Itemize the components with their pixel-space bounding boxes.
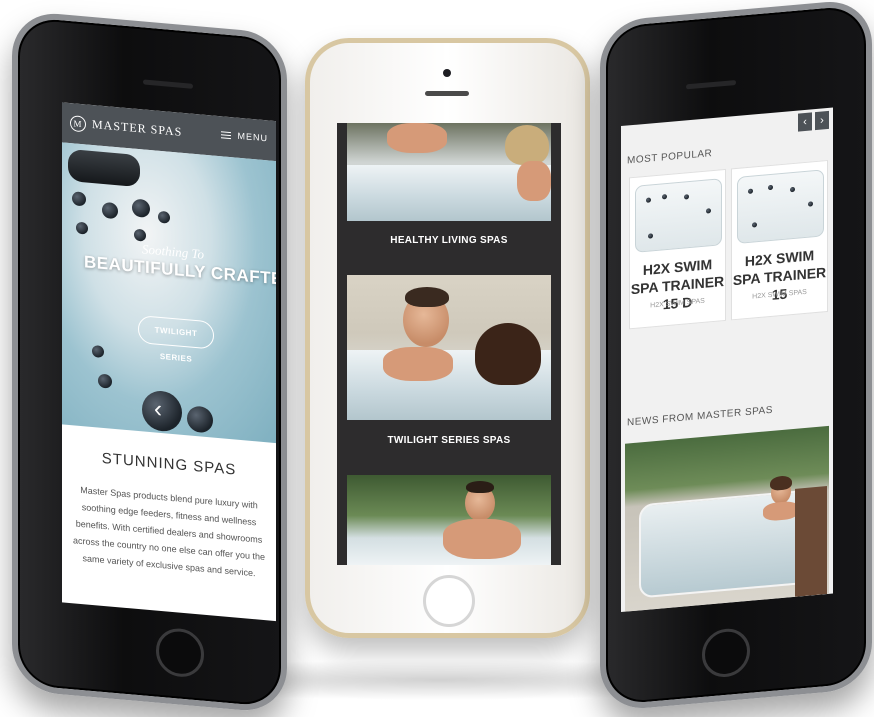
spa-jet — [72, 191, 86, 207]
news-title: NEWS FROM MASTER SPAS — [627, 404, 773, 429]
section-body: Master Spas products blend pure luxury w… — [73, 484, 265, 579]
spa-jet — [187, 405, 213, 434]
spa-jet — [646, 197, 651, 203]
product-card[interactable]: H2X SWIM SPA TRAINER 15 D H2X SWIM SPAS — [629, 168, 726, 330]
left-phone-screen: M MASTER SPAS MENU Soothing To BEAUTIFUL… — [62, 102, 276, 622]
speaker — [686, 80, 736, 90]
man-hair — [405, 287, 449, 307]
next-arrow-icon[interactable]: › — [815, 110, 829, 131]
wood-step — [795, 486, 827, 597]
spa-jet — [98, 373, 112, 389]
spa-jet — [684, 194, 689, 200]
spa-jet — [76, 221, 88, 235]
spa-jet — [662, 194, 667, 200]
card-label[interactable]: TWILIGHT SERIES SPAS — [337, 435, 561, 446]
hamburger-icon — [220, 129, 231, 141]
most-popular-title: MOST POPULAR — [627, 148, 713, 167]
spa-jet — [752, 222, 757, 228]
product-image — [737, 169, 824, 244]
spa-jet — [748, 188, 753, 194]
logo-icon: M — [70, 115, 86, 133]
logo-text: MASTER SPAS — [92, 116, 183, 139]
spa-jet — [808, 201, 813, 207]
section-title: STUNNING SPAS — [101, 449, 237, 479]
man-shoulders — [383, 347, 453, 381]
site-logo[interactable]: M MASTER SPAS — [70, 115, 182, 141]
person-neck — [517, 161, 551, 201]
healthy-living-spas-image[interactable] — [347, 123, 551, 221]
speaker — [425, 91, 469, 96]
front-camera — [443, 69, 451, 77]
man-shoulders — [443, 519, 521, 559]
home-button — [423, 575, 475, 627]
man-hair — [466, 481, 494, 493]
right-phone: ‹ › MOST POPULAR H2X SWIM SPA TRAINER 15 … — [600, 0, 872, 712]
person-hair — [505, 125, 549, 165]
spa-jet — [706, 208, 711, 214]
spa-jet — [768, 184, 773, 191]
carousel-arrows: ‹ › — [795, 110, 829, 132]
right-phone-screen: ‹ › MOST POPULAR H2X SWIM SPA TRAINER 15 … — [621, 107, 833, 613]
product-showcase: M MASTER SPAS MENU Soothing To BEAUTIFUL… — [0, 0, 874, 717]
spa-headrest — [68, 148, 140, 188]
spa-jet — [134, 228, 146, 242]
center-phone: HEALTHY LIVING SPAS TWILIGHT SERIES SPAS — [305, 38, 590, 638]
carousel-prev-icon[interactable]: ‹ — [154, 395, 162, 424]
home-button — [702, 626, 750, 679]
spa-jet — [142, 389, 182, 433]
menu-button[interactable]: MENU — [220, 129, 269, 144]
twilight-series-spas-image[interactable] — [347, 275, 551, 420]
home-button — [156, 626, 204, 679]
spa-image[interactable] — [347, 475, 551, 565]
left-phone: M MASTER SPAS MENU Soothing To BEAUTIFUL… — [12, 9, 287, 715]
center-phone-screen: HEALTHY LIVING SPAS TWILIGHT SERIES SPAS — [337, 123, 561, 565]
product-image — [635, 178, 722, 253]
speaker — [143, 79, 193, 89]
hero-banner: Soothing To BEAUTIFULLY CRAFTED SPAS TWI… — [62, 142, 276, 444]
spa-jet — [790, 186, 795, 193]
prev-arrow-icon[interactable]: ‹ — [798, 112, 812, 132]
person-shoulders — [387, 123, 447, 153]
news-image[interactable] — [625, 425, 829, 612]
woman-hair — [475, 323, 541, 385]
spa-jet — [158, 210, 170, 224]
spa-jet — [132, 198, 150, 219]
spa-jet — [102, 201, 118, 220]
twilight-series-button[interactable]: TWILIGHT SERIES — [138, 314, 214, 364]
spa-jet — [92, 344, 104, 359]
card-label[interactable]: HEALTHY LIVING SPAS — [337, 235, 561, 246]
spa-jet — [648, 233, 653, 239]
product-card[interactable]: H2X SWIM SPA TRAINER 15 H2X SWIM SPAS — [731, 159, 828, 321]
menu-label: MENU — [237, 130, 269, 144]
